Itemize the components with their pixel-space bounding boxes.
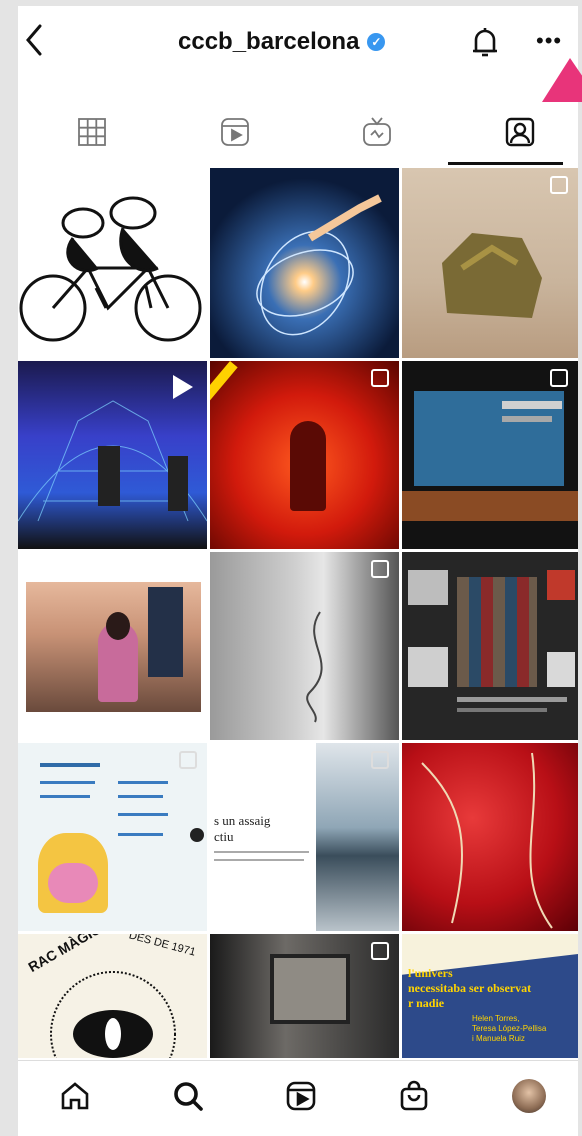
post-tile[interactable]: [18, 168, 207, 358]
username-text: cccb_barcelona: [178, 28, 360, 55]
grid-icon[interactable]: [74, 114, 110, 150]
reels-icon[interactable]: [217, 114, 253, 150]
post-tile[interactable]: [402, 361, 578, 549]
profile-username-heading[interactable]: cccb_barcelona ✓: [178, 28, 386, 56]
profile-tabs: [18, 96, 578, 166]
posts-grid: s un assaig ctiu RAC MÀGIC DES DE 1971 l'…: [18, 168, 578, 1058]
post-tile[interactable]: [210, 552, 399, 740]
post-tile[interactable]: s un assaig ctiu: [210, 743, 399, 931]
post-tile[interactable]: [402, 743, 578, 931]
post-tile[interactable]: [210, 168, 399, 358]
video-icon: [173, 375, 193, 399]
post-tile[interactable]: [402, 552, 578, 740]
carousel-icon: [550, 176, 568, 194]
search-icon[interactable]: [171, 1079, 205, 1113]
post-caption-names: Helen Torres, Teresa López-Pellisa i Manue…: [472, 1014, 547, 1043]
annotation-arrow: [542, 58, 582, 102]
post-tile[interactable]: [18, 743, 207, 931]
post-caption-text: l'univers necessitaba ser observat r nadie: [408, 966, 532, 1010]
igtv-icon[interactable]: [359, 114, 395, 150]
post-caption-text: s un assaig ctiu: [214, 813, 271, 844]
post-tile[interactable]: l'univers necessitaba ser observat r nadie…: [402, 934, 578, 1058]
post-tile[interactable]: [210, 934, 399, 1058]
chevron-left-icon[interactable]: [20, 20, 50, 60]
active-tab-indicator: [448, 162, 563, 165]
tagged-user-icon[interactable]: [502, 114, 538, 150]
post-tile[interactable]: RAC MÀGIC DES DE 1971: [18, 934, 207, 1058]
profile-avatar-icon[interactable]: [512, 1079, 546, 1113]
carousel-icon: [179, 751, 197, 769]
carousel-icon: [371, 369, 389, 387]
shopping-bag-icon[interactable]: [397, 1079, 431, 1113]
carousel-icon: [371, 560, 389, 578]
verified-badge-icon: ✓: [367, 33, 386, 51]
post-tile[interactable]: [402, 168, 578, 358]
reels-icon[interactable]: [284, 1079, 318, 1113]
post-tile[interactable]: [210, 361, 399, 549]
bell-icon[interactable]: [470, 24, 500, 60]
carousel-icon: [371, 751, 389, 769]
post-tile[interactable]: [18, 361, 207, 549]
carousel-icon: [371, 942, 389, 960]
post-tile[interactable]: [18, 552, 207, 740]
bottom-navigation: [18, 1060, 578, 1136]
carousel-icon: [550, 369, 568, 387]
home-icon[interactable]: [58, 1079, 92, 1113]
